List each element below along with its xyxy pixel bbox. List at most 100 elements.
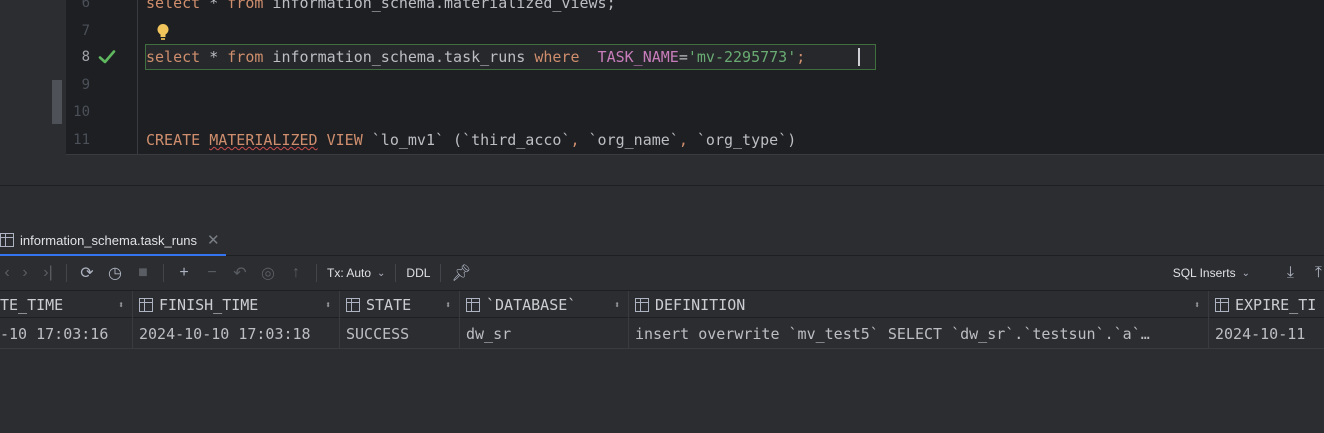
stop-icon[interactable]: ■ [129, 258, 157, 288]
history-clock-icon[interactable]: ◷ [101, 258, 129, 288]
keyword: select [146, 48, 201, 66]
keyword: , [678, 131, 688, 149]
sort-icon[interactable]: ⬍ [118, 300, 124, 311]
keyword: ; [796, 48, 806, 66]
sort-icon[interactable]: ⬍ [1194, 300, 1200, 311]
sort-icon[interactable]: ⬍ [325, 300, 331, 311]
upload-icon[interactable]: ⤒ [1315, 264, 1322, 282]
editor-horizontal-scroll-area [66, 156, 1324, 185]
keyword: select [146, 0, 201, 12]
keyword: VIEW [326, 131, 363, 149]
editor-scroll-thumb[interactable] [52, 80, 62, 124]
column-header-label: STATE [366, 296, 412, 314]
column-header-state[interactable]: STATE ⬍ [340, 291, 460, 319]
toolbar-divider [66, 264, 67, 282]
toolbar-divider [395, 264, 397, 282]
column-header-create-time[interactable]: TE_TIME ⬍ [0, 291, 133, 319]
lightbulb-intention-icon[interactable] [156, 23, 170, 41]
line-number: 11 [73, 132, 90, 148]
cell-database[interactable]: dw_sr [460, 319, 629, 349]
transaction-mode-label: Tx: Auto [327, 266, 372, 280]
code-line-6: select * from information_schema.materia… [146, 0, 616, 12]
column-icon [466, 298, 480, 312]
column-header-label: TE_TIME [0, 296, 64, 314]
line-number-gutter: 6 7 8 9 10 11 [66, 0, 138, 155]
keyword: CREATE [146, 131, 201, 149]
text-caret [858, 48, 860, 66]
cell-finish-time[interactable]: 2024-10-10 17:03:18 [133, 319, 340, 349]
code-line-8: select * from information_schema.task_ru… [146, 48, 805, 66]
string-literal: 'mv-2295773' [687, 48, 797, 66]
column-icon [635, 298, 649, 312]
column-header-label: DEFINITION [655, 296, 746, 314]
results-toolbar: ‹ › ›| ⟳ ◷ ■ + − ↶ ◎ ↑ Tx: Auto ⌄ DDL 📌︎ [0, 258, 1324, 288]
close-icon[interactable]: ✕ [207, 231, 220, 249]
grid-header-row: TE_TIME ⬍ FINISH_TIME ⬍ STATE ⬍ `DATABAS… [0, 290, 1324, 319]
table-icon [0, 233, 14, 247]
code-text: `org_type`) [687, 131, 797, 149]
add-row-icon[interactable]: + [170, 258, 198, 288]
sort-icon[interactable]: ⬍ [614, 300, 620, 311]
code-text: `lo_mv1` (`third_acco` [362, 131, 571, 149]
column-identifier: TASK_NAME [579, 48, 679, 66]
toolbar-divider [163, 264, 164, 282]
execution-success-check-icon [98, 50, 116, 64]
last-page-icon[interactable]: ›| [36, 258, 60, 288]
code-text: = [678, 48, 688, 66]
results-tab-bar: information_schema.task_runs ✕ [0, 226, 1324, 256]
keyword: , [570, 131, 580, 149]
tab-task-runs[interactable]: information_schema.task_runs ✕ [0, 226, 226, 256]
revert-icon[interactable]: ↶ [226, 258, 254, 288]
chevron-left-icon[interactable]: ‹ [0, 258, 14, 288]
chevron-down-icon: ⌄ [377, 267, 386, 279]
cell-expire-time[interactable]: 2024-10-11 [1209, 319, 1324, 349]
column-header-finish-time[interactable]: FINISH_TIME ⬍ [133, 291, 340, 319]
keyword: from [227, 48, 264, 66]
tab-label: information_schema.task_runs [20, 232, 198, 248]
sort-icon[interactable]: ⬍ [445, 300, 451, 311]
column-header-database[interactable]: `DATABASE` ⬍ [460, 291, 629, 319]
column-icon [139, 298, 153, 312]
code-text: * [200, 48, 228, 66]
delete-row-icon[interactable]: − [198, 258, 226, 288]
line-number: 8 [81, 49, 90, 65]
keyword: where [534, 48, 580, 66]
column-header-definition[interactable]: DEFINITION ⬍ [629, 291, 1209, 319]
submit-icon[interactable]: ↑ [282, 258, 310, 288]
export-format-label: SQL Inserts [1172, 266, 1236, 280]
code-line-11: CREATE MATERIALIZED VIEW `lo_mv1` (`thir… [146, 131, 796, 149]
cell-create-time[interactable]: -10 17:03:16 [0, 319, 133, 349]
column-icon [1215, 298, 1229, 312]
table-row[interactable]: -10 17:03:16 2024-10-10 17:03:18 SUCCESS… [0, 319, 1324, 349]
refresh-icon[interactable]: ⟳ [73, 258, 101, 288]
column-header-expire-time[interactable]: EXPIRE_TI [1209, 291, 1324, 319]
code-text: information_schema.materialized_views; [263, 0, 616, 12]
line-number: 7 [81, 23, 90, 39]
code-text: information_schema.task_runs [263, 48, 535, 66]
line-number: 6 [81, 0, 90, 11]
sql-editor[interactable]: 6 7 8 9 10 11 select * from information_… [0, 0, 1324, 185]
column-header-label: FINISH_TIME [159, 296, 259, 314]
transaction-mode-dropdown[interactable]: Tx: Auto ⌄ [323, 266, 389, 280]
code-text: `org_name` [579, 131, 679, 149]
chevron-down-icon: ⌄ [1241, 267, 1250, 279]
line-number: 10 [73, 104, 90, 120]
toolbar-divider [316, 264, 317, 282]
line-number: 9 [81, 77, 90, 93]
cell-state[interactable]: SUCCESS [340, 319, 460, 349]
keyword: MATERIALIZED [209, 131, 318, 149]
column-header-label: EXPIRE_TI [1235, 296, 1317, 314]
code-text: * [200, 0, 228, 12]
grid-empty-area [0, 350, 1324, 433]
keyword: from [227, 0, 264, 12]
column-icon [346, 298, 360, 312]
column-header-label: `DATABASE` [486, 296, 577, 314]
cell-definition[interactable]: insert overwrite `mv_test5` SELECT `dw_s… [629, 319, 1209, 349]
pin-icon[interactable]: 📌︎ [447, 258, 475, 288]
ddl-button[interactable]: DDL [402, 266, 434, 280]
next-page-icon[interactable]: › [14, 258, 36, 288]
export-format-dropdown[interactable]: SQL Inserts ⌄ [1173, 266, 1250, 280]
view-changes-icon[interactable]: ◎ [254, 258, 282, 288]
toolbar-divider [440, 264, 442, 282]
download-icon[interactable]: ⤓ [1287, 264, 1294, 282]
